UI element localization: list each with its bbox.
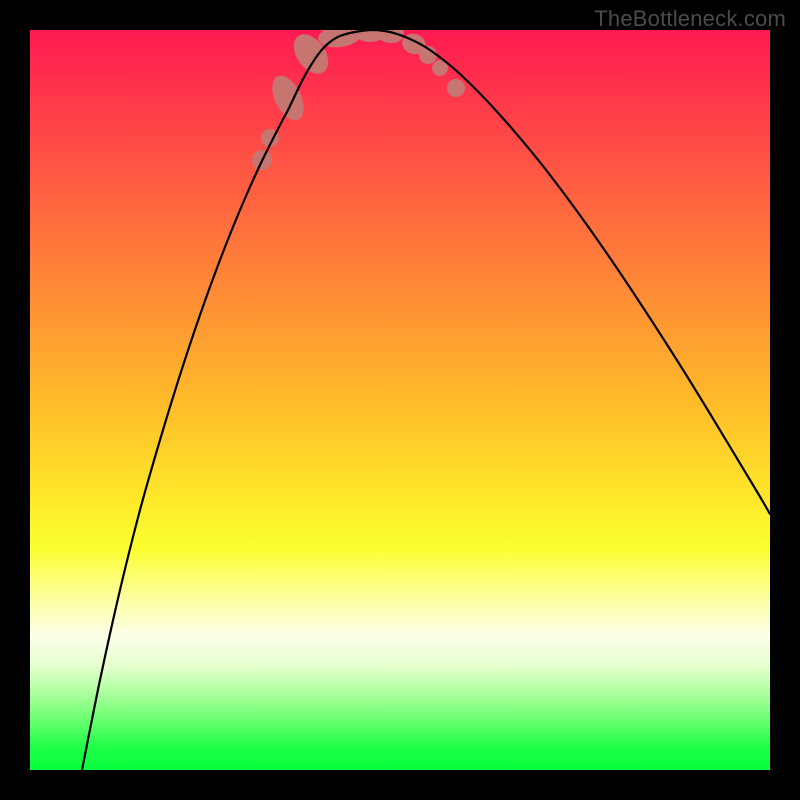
bottleneck-curve xyxy=(82,30,770,770)
plot-area xyxy=(30,30,770,770)
marker-dot xyxy=(447,79,465,97)
chart-frame: TheBottleneck.com xyxy=(0,0,800,800)
curve-svg xyxy=(30,30,770,770)
watermark-label: TheBottleneck.com xyxy=(594,6,786,32)
